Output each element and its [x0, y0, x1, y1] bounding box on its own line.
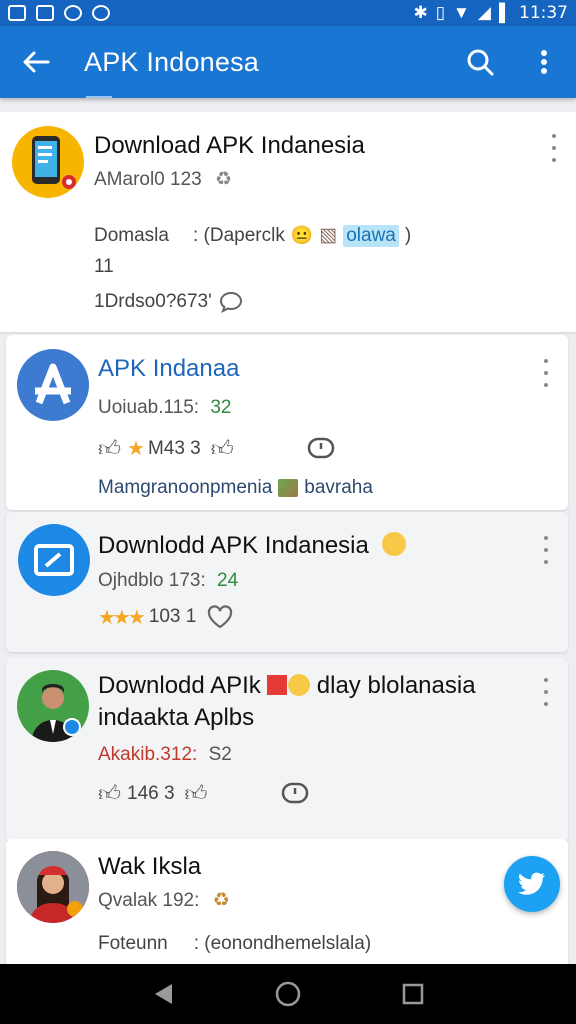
item-footer: 1Drdso0?673' [94, 291, 212, 312]
star-icon: ★ [127, 438, 145, 460]
face-emoji-icon [288, 674, 311, 696]
search-button[interactable] [448, 26, 512, 98]
item-more-button[interactable] [538, 678, 554, 706]
item-count: 32 [210, 397, 232, 418]
item-title: Downlodd APK Indanesia [98, 532, 369, 559]
face-emoji-icon: 😐 [290, 225, 314, 245]
item-subtitle: Akakib.312: [98, 744, 198, 765]
item-detail-value: : (Daperclk [192, 224, 285, 246]
item-description: Mamgranoonpmenia [98, 477, 273, 498]
item-subtitle: Uoiuab.115: [98, 397, 200, 418]
list-item[interactable]: Downlodd APIk dlay blolanasia indaakta A… [6, 658, 568, 842]
star-rating-icon: ★★★ [98, 606, 146, 629]
person-avatar-icon [17, 851, 89, 923]
vibrate-icon: ▯ [435, 3, 446, 22]
thumbs-up-icon[interactable]: 👍︎ [98, 780, 121, 807]
overflow-menu-button[interactable] [512, 26, 576, 98]
item-more-button[interactable] [538, 536, 554, 564]
item-title: Download APK Indanesia [94, 132, 365, 159]
app-icon [18, 524, 90, 596]
clock: 11:37 [519, 3, 568, 23]
comment-icon[interactable] [218, 290, 244, 314]
app-icon [17, 349, 89, 421]
like-icon[interactable]: 👍︎ [185, 780, 208, 807]
item-description-end: bavraha [304, 477, 373, 498]
item-stats: 146 3 [127, 782, 175, 804]
back-button[interactable] [0, 26, 72, 98]
list-item[interactable]: APK Indanaa Uoiuab.115: 32 👍︎ ★ M43 3 👍︎… [6, 335, 568, 510]
home-circle-icon [275, 981, 301, 1007]
comment-icon[interactable] [280, 781, 310, 807]
smile-emoji-icon [381, 532, 406, 556]
list-item[interactable]: Wak Iksla Qvalak 192: ♻ Foteunn : (eonon… [6, 839, 568, 965]
arrow-left-icon [23, 51, 50, 73]
item-detail-label: Foteunn [98, 933, 168, 954]
item-stats: 103 1 [148, 606, 197, 627]
tag-icon: ▧ [319, 225, 338, 246]
item-detail-end: ) [404, 224, 412, 246]
gallery-notification-icon [36, 5, 54, 21]
heart-icon[interactable] [206, 604, 234, 630]
twitter-bird-icon [518, 872, 545, 895]
item-count: S2 [208, 744, 232, 765]
nav-home-button[interactable] [266, 972, 310, 1016]
system-nav-bar [0, 964, 576, 1024]
app-bar: APK Indonesa [0, 26, 576, 98]
item-stats: M43 3 [147, 437, 201, 459]
item-title: Wak Iksla [98, 853, 202, 880]
wifi-icon: ▼ [453, 3, 470, 22]
item-subtitle: AMarol0 123 [94, 169, 202, 190]
page-title: APK Indonesa [84, 46, 260, 77]
emoji-icon [267, 675, 288, 695]
nav-back-button[interactable] [141, 972, 185, 1016]
item-subtitle: Ojhdblo 173: [98, 570, 206, 591]
comment-icon[interactable] [306, 436, 336, 462]
item-title: Downlodd APIk [98, 672, 261, 699]
search-icon [467, 49, 494, 76]
share-icon: ♻ [215, 169, 233, 190]
letter-a-icon [35, 363, 71, 405]
item-detail-label: Domasla [94, 224, 169, 246]
item-count: 24 [217, 570, 239, 591]
item-subtitle: Qvalak 192: [98, 890, 200, 911]
signal-icon: ◢ [477, 3, 491, 22]
tablet-app-icon [34, 544, 74, 576]
phone-app-icon [32, 136, 76, 189]
item-title-end: dlay blolanasia [316, 672, 476, 699]
battery-icon: ▌ [498, 3, 511, 22]
image-notification-icon [8, 5, 26, 21]
item-more-button[interactable] [546, 134, 562, 162]
status-bar: ✱ ▯ ▼ ◢ ▌ 11:37 [0, 0, 576, 26]
item-count: 11 [94, 256, 114, 277]
back-triangle-icon [154, 984, 172, 1004]
share-icon: ♻ [212, 890, 230, 911]
list-item[interactable]: Download APK Indanesia AMarol0 123 ♻ Dom… [0, 112, 576, 332]
nav-recents-button[interactable] [391, 972, 435, 1016]
person-avatar-icon [31, 684, 81, 742]
map-icon [278, 479, 299, 497]
item-title: APK Indanaa [98, 355, 240, 382]
more-vert-icon [541, 50, 547, 74]
recents-square-icon [403, 983, 424, 1005]
app-icon [12, 126, 84, 198]
app-notification-icon [92, 5, 110, 21]
twitter-share-button[interactable] [504, 856, 560, 912]
item-more-button[interactable] [538, 359, 554, 387]
like-icon[interactable]: 👍︎ [211, 435, 234, 462]
item-detail-value: : (eonondhemelslala) [193, 933, 372, 954]
title-underline [86, 96, 112, 98]
item-title-line2: indaakta Aplbs [98, 704, 255, 731]
location-notification-icon [64, 5, 82, 21]
user-avatar [17, 851, 89, 923]
user-avatar [17, 670, 89, 742]
list-item[interactable]: Downlodd APK Indanesia Ojhdblo 173: 24 ★… [6, 512, 568, 652]
bluetooth-icon: ✱ [413, 3, 428, 22]
thumbs-up-icon[interactable]: 👍︎ [98, 435, 121, 462]
item-link[interactable]: olawa [343, 224, 399, 247]
